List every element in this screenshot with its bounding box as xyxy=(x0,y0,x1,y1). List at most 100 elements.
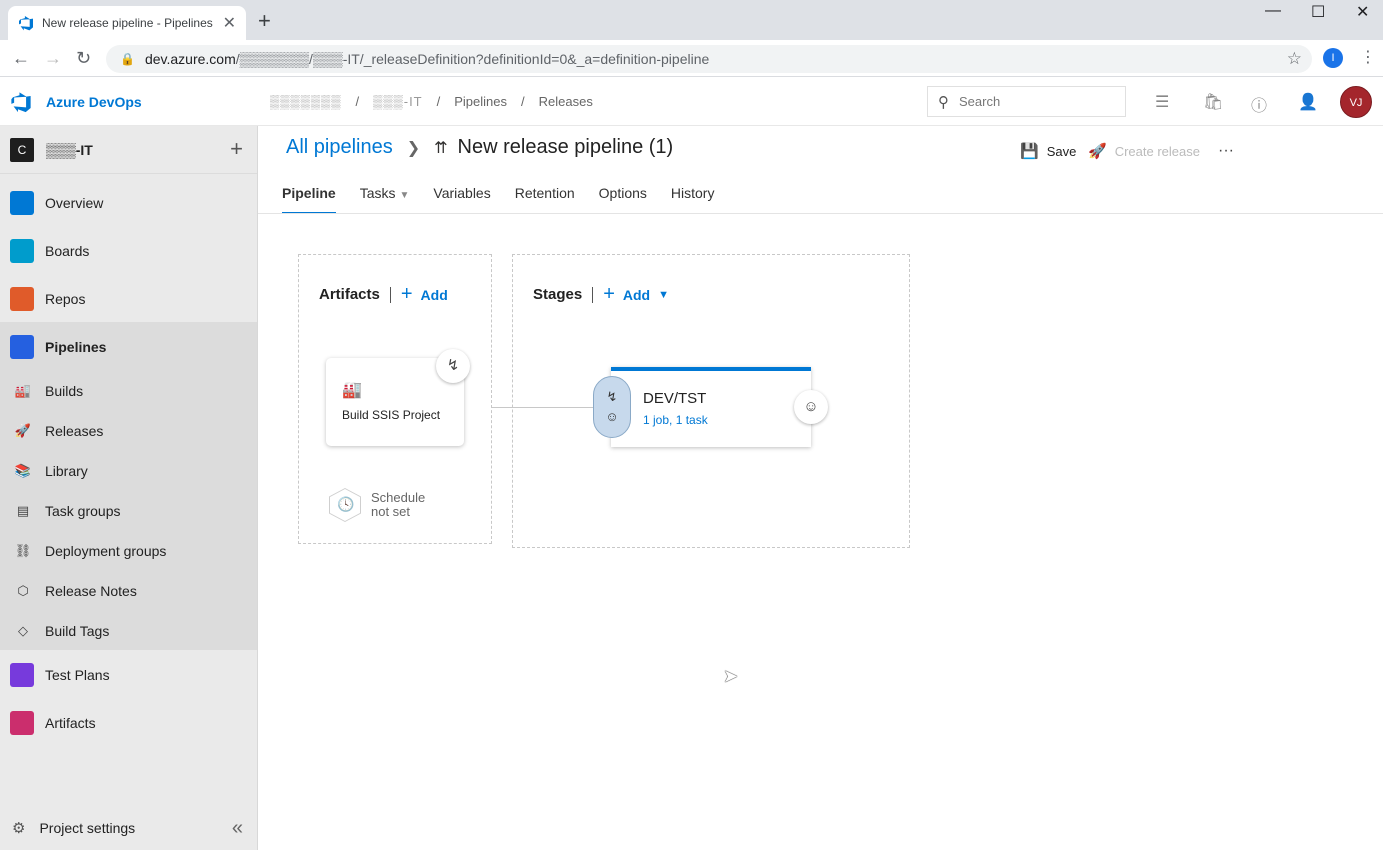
sidebar-subitem-releases[interactable]: 🚀 Releases xyxy=(0,411,257,451)
breadcrumb-project[interactable]: ▒▒▒-IT xyxy=(373,94,423,109)
sidebar-item-test-plans[interactable]: Test Plans xyxy=(0,660,257,690)
tab-variables[interactable]: Variables xyxy=(433,185,490,214)
sidebar-subitem-library[interactable]: 📚 Library xyxy=(0,451,257,491)
project-settings[interactable]: ⚙ Project settings « xyxy=(0,808,257,848)
tab-pipeline[interactable]: Pipeline xyxy=(282,185,336,214)
tab-options[interactable]: Options xyxy=(599,185,647,214)
divider xyxy=(389,286,391,303)
boards-icon xyxy=(10,239,34,263)
sidebar-item-label: Overview xyxy=(45,195,104,211)
all-pipelines-link[interactable]: All pipelines xyxy=(286,136,393,159)
azure-devops-favicon-icon xyxy=(19,16,33,31)
release-pipeline-icon: ⇈ xyxy=(434,139,448,157)
build-tags-icon: ◇ xyxy=(18,623,28,638)
artifact-name: Build SSIS Project xyxy=(342,408,441,422)
search-icon: ⚲ xyxy=(938,93,949,111)
sidebar-item-label: Deployment groups xyxy=(45,543,167,559)
sidebar-item-artifacts[interactable]: Artifacts xyxy=(0,708,257,738)
url-path: /▒▒▒▒▒▒▒/▒▒▒-IT/_releaseDefinition?defin… xyxy=(235,51,710,67)
brand[interactable]: Azure DevOps xyxy=(10,91,142,113)
add-artifact-label: Add xyxy=(420,286,448,303)
sidebar-item-label: Releases xyxy=(45,423,104,439)
breadcrumb-pipelines[interactable]: Pipelines xyxy=(454,94,507,109)
browser-tab-bar: New release pipeline - Pipelines ✕ + — ☐… xyxy=(0,0,1383,40)
minimize-icon[interactable]: — xyxy=(1265,2,1281,20)
sidebar-subitem-builds[interactable]: 🏭 Builds xyxy=(0,371,257,411)
test-plans-icon xyxy=(10,663,34,687)
brand-label: Azure DevOps xyxy=(46,94,142,110)
browser-profile-avatar[interactable]: I xyxy=(1323,48,1343,68)
add-artifact-button[interactable]: + Add xyxy=(401,283,448,306)
stage-name: DEV/TST xyxy=(643,390,707,407)
save-button[interactable]: 💾 Save xyxy=(1020,142,1076,160)
marketplace-bag-icon[interactable]: 🛍 xyxy=(1203,92,1223,112)
artifact-stage-connector xyxy=(492,407,604,408)
close-tab-icon[interactable]: ✕ xyxy=(223,13,236,33)
tab-history[interactable]: History xyxy=(671,185,715,214)
stage-card[interactable]: DEV/TST 1 job, 1 task xyxy=(611,367,811,447)
url-field[interactable]: 🔒 dev.azure.com /▒▒▒▒▒▒▒/▒▒▒-IT/_release… xyxy=(106,45,1312,73)
sidebar-item-pipelines[interactable]: Pipelines xyxy=(0,332,257,362)
sidebar-subitem-deployment-groups[interactable]: ⛓ Deployment groups xyxy=(0,531,257,571)
bookmark-star-icon[interactable]: ☆ xyxy=(1287,49,1302,69)
tab-tasks[interactable]: Tasks ▼ xyxy=(360,185,410,214)
browser-menu-icon[interactable]: ⋮ xyxy=(1360,47,1376,67)
sidebar-item-overview[interactable]: Overview xyxy=(0,188,257,218)
continuous-deployment-trigger-icon[interactable]: ↯ xyxy=(436,349,470,383)
sidebar-subitem-build-tags[interactable]: ◇ Build Tags xyxy=(0,611,257,651)
collapse-sidebar-icon[interactable]: « xyxy=(232,817,243,840)
breadcrumb-separator: / xyxy=(436,94,441,109)
clock-icon: 🕓 xyxy=(337,496,355,512)
plus-icon: + xyxy=(603,283,615,305)
new-item-plus-icon[interactable]: + xyxy=(230,136,243,162)
post-deployment-approver-icon[interactable]: ☺ xyxy=(794,390,828,424)
chevron-down-icon: ▼ xyxy=(658,288,669,301)
schedule-line1: Schedule xyxy=(371,490,426,505)
new-tab-button[interactable]: + xyxy=(258,8,271,34)
reload-icon[interactable]: ↻ xyxy=(76,48,91,69)
pipeline-name[interactable]: New release pipeline (1) xyxy=(458,136,674,159)
close-window-icon[interactable]: ✕ xyxy=(1356,2,1369,22)
main-content: All pipelines ❯ ⇈ New release pipeline (… xyxy=(258,126,1383,850)
pre-deployment-conditions[interactable]: ↯ ☺ xyxy=(593,376,631,438)
sidebar-subitem-task-groups[interactable]: ▤ Task groups xyxy=(0,491,257,531)
stages-title: Stages xyxy=(533,286,583,303)
overview-icon xyxy=(10,191,34,215)
sidebar-subitem-release-notes[interactable]: ⬡ Release Notes xyxy=(0,571,257,611)
save-disk-icon: 💾 xyxy=(1020,143,1039,160)
project-selector[interactable]: C ▒▒▒-IT + xyxy=(0,126,257,174)
url-host: dev.azure.com xyxy=(144,51,236,67)
deployment-groups-icon: ⛓ xyxy=(14,543,32,558)
work-items-list-icon[interactable]: ☰ xyxy=(1155,92,1169,112)
releases-rocket-icon: 🚀 xyxy=(14,423,32,438)
user-settings-icon[interactable]: 👤 xyxy=(1298,92,1318,112)
artifacts-title: Artifacts xyxy=(319,286,380,303)
lock-icon: 🔒 xyxy=(120,52,135,66)
sidebar-item-label: Task groups xyxy=(45,503,121,519)
more-actions-button[interactable]: ··· xyxy=(1218,142,1234,160)
breadcrumb-releases[interactable]: Releases xyxy=(539,94,593,109)
browser-tab[interactable]: New release pipeline - Pipelines ✕ xyxy=(8,6,246,40)
plus-icon: + xyxy=(400,283,413,305)
create-release-button[interactable]: 🚀 Create release xyxy=(1088,142,1200,160)
sidebar-item-repos[interactable]: Repos xyxy=(0,284,257,314)
breadcrumb-separator: / xyxy=(521,94,525,109)
sidebar-item-label: Repos xyxy=(45,291,86,307)
repos-icon xyxy=(10,287,34,311)
sidebar-item-boards[interactable]: Boards xyxy=(0,236,257,266)
search-input[interactable]: ⚲ Search xyxy=(927,86,1126,117)
trigger-lightning-icon: ↯ xyxy=(606,389,618,404)
pipelines-icon xyxy=(10,335,34,359)
back-icon[interactable]: ← xyxy=(12,48,30,69)
help-icon[interactable]: ⓘ xyxy=(1251,92,1267,116)
stage-jobs-link[interactable]: 1 job, 1 task xyxy=(643,413,708,427)
sidebar-item-label: Release Notes xyxy=(45,583,137,599)
tab-retention[interactable]: Retention xyxy=(515,185,575,214)
add-stage-button[interactable]: + Add ▼ xyxy=(603,283,669,306)
schedule-trigger[interactable]: 🕓 Schedule not set xyxy=(329,488,425,522)
avatar[interactable]: VJ xyxy=(1340,86,1372,118)
maximize-icon[interactable]: ☐ xyxy=(1311,2,1325,22)
breadcrumb-organization[interactable]: ▒▒▒▒▒▒▒ xyxy=(270,94,341,109)
builds-icon: 🏭 xyxy=(14,383,32,398)
forward-icon[interactable]: → xyxy=(44,48,62,69)
